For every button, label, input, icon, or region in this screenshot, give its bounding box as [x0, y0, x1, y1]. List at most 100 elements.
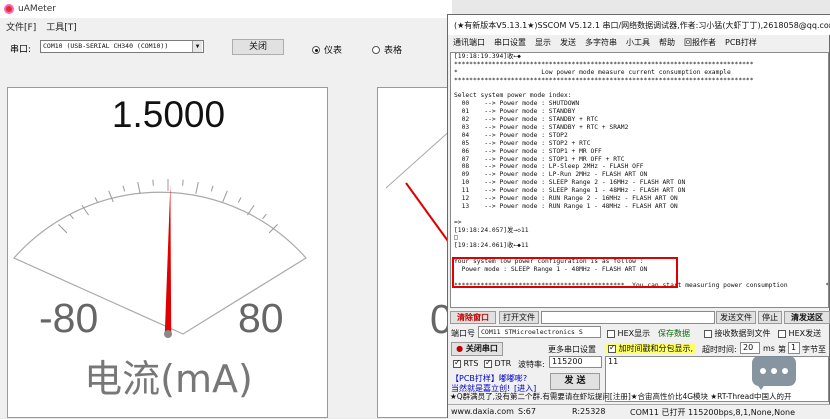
send-text-value: 11 — [608, 357, 619, 366]
menu-file[interactable]: 文件[F] — [6, 20, 36, 33]
checkbox-checked-icon — [608, 343, 616, 353]
clear-send-button[interactable]: 清发送区 — [784, 311, 830, 324]
console-line: 05 --> Power mode : STOP2 + RTC — [454, 139, 591, 147]
nth-value: 1 — [791, 343, 797, 352]
recv-to-file-option[interactable]: 接收数据到文件 — [704, 328, 771, 339]
console-line: 03 --> Power mode : STANDBY + RTC + SRAM… — [454, 124, 629, 132]
chat-bubble-icon[interactable] — [752, 356, 796, 390]
menu-help[interactable]: 帮助 — [659, 37, 675, 51]
clear-window-button[interactable]: 清除窗口 — [450, 311, 496, 324]
baud-label: 波特率: — [518, 360, 545, 369]
console-line: 07 --> Power mode : STOP1 + MR OFF + RTC — [454, 155, 625, 163]
hex-send-option[interactable]: HEX发送 — [778, 328, 821, 339]
console-line: 13 --> Power mode : RUN Range 1 - 48MHz … — [454, 202, 678, 210]
gauge-tick — [94, 197, 99, 203]
console-line: [19:18:24.057]发→◇11 — [454, 226, 529, 234]
scale-min-label: -80 — [39, 295, 99, 341]
ticker-text: ★Q群满员了,没有第二个群.有需要请在虾坛提问[注册]★合宙高性价比4G模块 ★… — [450, 392, 792, 401]
hex-display-option[interactable]: HEX显示 — [607, 328, 650, 339]
radio-on-icon — [312, 45, 320, 54]
gauge-panel: 1.5000 -80 80 电流(mA) — [7, 87, 328, 418]
gauge-tick — [152, 179, 154, 186]
gauge-tick — [262, 213, 267, 220]
rts-option[interactable]: RTS — [453, 358, 479, 368]
send-button[interactable]: 发 送 — [550, 373, 600, 390]
timestamp-option[interactable]: 加时间戳和分包显示, — [606, 343, 696, 354]
radio-meter-label: 仪表 — [324, 46, 343, 56]
close-serial-label: 关闭串口 — [465, 344, 498, 353]
gauge-tick — [182, 179, 184, 186]
send-file-button[interactable]: 发送文件 — [716, 311, 756, 324]
menu-pcb[interactable]: PCB打样 — [725, 37, 757, 51]
file-path-field[interactable] — [541, 311, 715, 324]
open-file-button[interactable]: 打开文件 — [499, 311, 539, 324]
menu-display[interactable]: 显示 — [535, 37, 551, 51]
gauge-tick — [222, 190, 228, 203]
console-line: ****************************************… — [454, 60, 754, 68]
console-line: 11 --> Power mode : SLEEP Range 1 - 48MH… — [454, 187, 686, 195]
console-line: 09 --> Power mode : LP-Run 2MHz - FLASH … — [454, 171, 648, 179]
console-line: 01 --> Power mode : STANDBY — [454, 108, 576, 116]
gauge-tick — [195, 181, 199, 194]
sscom-port-select[interactable]: COM11 STMicroelectronics S — [478, 326, 601, 338]
radio-table-label: 表格 — [384, 46, 403, 56]
uameter-titlebar: uAMeter — [0, 0, 452, 18]
port-number-label: 端口号 — [451, 329, 475, 338]
menu-comm-port[interactable]: 通讯端口 — [453, 37, 485, 51]
gauge-tick — [247, 204, 255, 216]
port-select[interactable]: COM10 (USB-SERIAL CH340 (COM10)) ▼ — [40, 40, 204, 53]
console-line: ****************************************… — [454, 76, 754, 84]
close-serial-button[interactable]: ● 关闭串口 — [451, 342, 503, 356]
console-line: 04 --> Power mode : STOP2 — [454, 131, 568, 139]
menu-send[interactable]: 发送 — [560, 37, 576, 51]
hex-display-label: HEX显示 — [617, 329, 651, 338]
console-line: Select system power mode index: — [454, 92, 572, 100]
current-reading: 1.5000 — [111, 94, 226, 135]
rts-label: RTS — [463, 359, 479, 368]
timeout-field[interactable]: 20 — [740, 342, 760, 354]
uameter-title: uAMeter — [18, 4, 56, 14]
second-gauge-panel: 0 — [377, 87, 452, 418]
scale-max-label: 80 — [238, 295, 284, 341]
menu-serial-settings[interactable]: 串口设置 — [494, 37, 526, 51]
status-sent: S:67 — [518, 407, 536, 416]
dtr-option[interactable]: DTR — [484, 358, 511, 368]
console-line: 00 --> Power mode : SHUTDOWN — [454, 100, 580, 108]
status-url[interactable]: www.daxia.com — [451, 407, 514, 416]
console-line: => — [454, 218, 462, 226]
radio-table[interactable]: 表格 — [372, 43, 402, 56]
menu-tools[interactable]: 小工具 — [626, 37, 650, 51]
console-line: [19:18:19.394]收←◆ — [454, 53, 521, 60]
radio-meter[interactable]: 仪表 — [312, 43, 342, 56]
highlight-box — [452, 257, 678, 288]
port-select-value: COM10 (USB-SERIAL CH340 (COM10)) — [43, 42, 169, 50]
console-line: 08 --> Power mode : LP-Sleep 2MHz - FLAS… — [454, 163, 644, 171]
menu-report[interactable]: 回报作者 — [684, 37, 716, 51]
stop-button[interactable]: 停止 — [758, 311, 782, 324]
timeout-label: 超时时间: — [702, 345, 737, 354]
menu-multi-string[interactable]: 多字符串 — [585, 37, 617, 51]
gauge-tick — [122, 185, 126, 192]
close-port-button[interactable]: 关闭 — [232, 39, 284, 55]
timeout-value: 20 — [743, 343, 754, 352]
more-ports-link[interactable]: 更多串口设置 — [548, 344, 596, 355]
timeout-unit: ms — [763, 344, 775, 353]
second-gauge-svg — [385, 129, 451, 247]
status-port: COM11 已打开 115200bps,8,1,None,None — [630, 408, 796, 417]
radio-off-icon — [372, 45, 380, 54]
port-label: 串口: — [10, 45, 32, 55]
gauge-tick — [137, 181, 141, 194]
unit-label: 电流(mA) — [84, 357, 253, 401]
sscom-port-value: COM11 STMicroelectronics S — [481, 328, 583, 336]
sscom-title: (★有新版本V5.13.1★)SSCOM V5.12.1 串口/网络数据调试器,… — [454, 20, 830, 30]
console-line: 02 --> Power mode : STANDBY + RTC — [454, 116, 599, 124]
menu-tools[interactable]: 工具[T] — [46, 20, 77, 33]
baud-select[interactable]: 115200 — [549, 356, 602, 368]
nth-field[interactable]: 1 — [788, 342, 800, 354]
save-data-button[interactable]: 保存数据 — [658, 328, 690, 339]
console-lines: [19:18:19.394]收←◆ ***********************… — [454, 53, 828, 290]
baud-value: 115200 — [552, 357, 583, 366]
checkbox-icon — [778, 329, 786, 338]
